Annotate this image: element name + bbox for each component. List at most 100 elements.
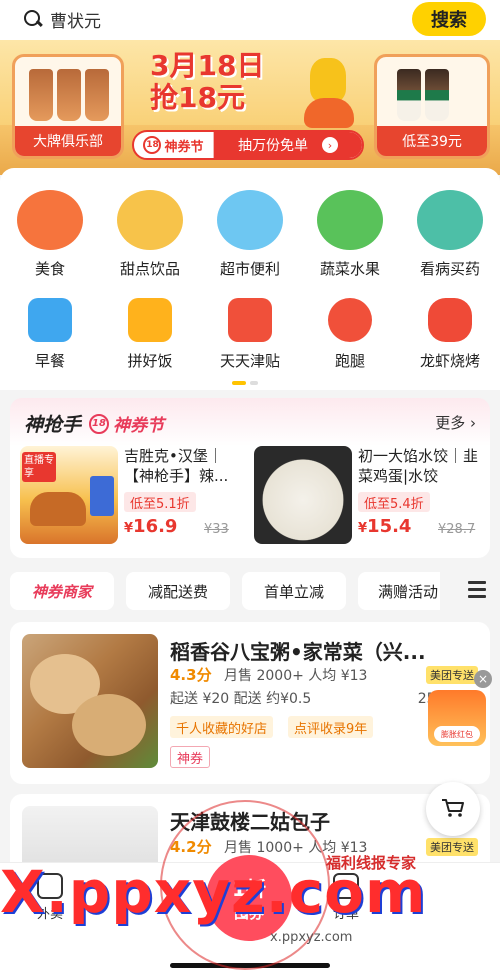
category-row-2: 早餐 拼好饭 天天津贴 跑腿 龙虾烧烤 <box>0 298 500 371</box>
cart-button[interactable] <box>426 782 480 836</box>
promo-banner[interactable]: 大牌俱乐部 3月18日 抢18元 低至39元 18 神券节 抽万份免单 › <box>0 40 500 175</box>
category-label: 拼好饭 <box>127 352 173 370</box>
runner-icon <box>328 298 372 342</box>
nav-label: 外卖 <box>36 907 63 922</box>
deal-price: ¥15.4 <box>358 516 411 537</box>
category-label: 超市便利 <box>219 260 280 278</box>
search-button[interactable]: 搜索 <box>412 2 486 36</box>
free-order-lottery[interactable]: 抽万份免单 › <box>214 132 362 158</box>
deal-price-value: 16.9 <box>133 516 178 537</box>
search-input[interactable]: 曹状元 <box>10 4 400 34</box>
category-supermarket[interactable]: 超市便利 <box>200 190 300 279</box>
deal-item[interactable]: 直播专享 吉胜克•汉堡｜【神枪手】辣... 低至5.1折 ¥16.9 ¥33 <box>20 446 246 544</box>
deals-brand: 神抢手 <box>24 414 82 436</box>
shop-stats: 月售 2000+ 人均 ¥13 <box>224 668 368 684</box>
vegetable-icon <box>317 190 383 250</box>
deals-more-link[interactable]: 更多 › <box>435 412 476 433</box>
close-icon[interactable]: × <box>474 670 492 688</box>
menu-icon[interactable] <box>468 581 486 599</box>
crayfish-icon <box>428 298 472 342</box>
deal-original-price: ¥28.7 <box>438 522 476 537</box>
delivery-type-tag: 美团专送 <box>426 666 478 684</box>
coffee-cups-image <box>397 69 449 121</box>
shop-name: 稻香谷八宝粥•家常菜（兴... <box>170 640 426 664</box>
shop-name: 天津鼓楼二姑包子 <box>170 810 330 834</box>
dessert-icon <box>117 190 183 250</box>
category-label: 天天津贴 <box>219 352 280 370</box>
shop-coupon-tag: 神券 <box>170 746 211 768</box>
flash-deals-card: 神抢手 18 神券节 更多 › 直播专享 吉胜克•汉堡｜【神枪手】辣... 低至… <box>10 398 490 558</box>
category-crayfish-bbq[interactable]: 龙虾烧烤 <box>400 298 500 371</box>
watermark-url: x.ppxyz.com <box>270 930 353 945</box>
category-daily-subsidy[interactable]: 天天津贴 <box>200 298 300 371</box>
nav-orders[interactable]: 订单 <box>306 873 386 922</box>
filter-chip-coupon-shops[interactable]: 神券商家 <box>10 572 114 610</box>
floating-promo-badge[interactable]: 膨胀红包 <box>428 690 486 746</box>
shop-rating: 4.3分 月售 2000+ 人均 ¥13 <box>170 664 367 685</box>
category-label: 美食 <box>34 260 65 278</box>
coffee-brand-card[interactable]: 低至39元 <box>374 54 490 159</box>
currency-symbol: ¥ <box>358 521 368 536</box>
category-group-meal[interactable]: 拼好饭 <box>100 298 200 371</box>
brand-club-card[interactable]: 大牌俱乐部 <box>12 54 124 159</box>
filter-chip-gift[interactable]: 满赠活动 <box>358 572 440 610</box>
lottery-text: 抽万份免单 <box>238 138 308 154</box>
deal-original-price: ¥33 <box>204 522 229 537</box>
coffee-price-label: 低至39元 <box>377 126 487 156</box>
category-pharmacy[interactable]: 看病买药 <box>400 190 500 279</box>
filter-chip-reduced-delivery[interactable]: 减配送费 <box>126 572 230 610</box>
chevron-right-icon: › <box>322 137 338 153</box>
bottom-nav: 外卖 1折 囤券 订单 <box>0 855 500 976</box>
category-desserts[interactable]: 甜点饮品 <box>100 190 200 279</box>
delivery-type-tag: 美团专送 <box>426 838 478 856</box>
home-indicator <box>170 963 330 968</box>
fest-18-badge-icon: 18 <box>89 413 110 434</box>
filter-bar: 神券商家 减配送费 首单立减 满赠活动 <box>0 568 500 612</box>
category-errand[interactable]: 跑腿 <box>300 298 400 371</box>
category-label: 早餐 <box>34 352 65 370</box>
shop-food-image <box>22 634 158 768</box>
deal-discount: 低至5.1折 <box>124 492 196 512</box>
category-food[interactable]: 美食 <box>0 190 100 279</box>
deal-item[interactable]: 初一大馅水饺｜韭菜鸡蛋|水饺 低至5.4折 ¥15.4 ¥28.7 <box>254 446 480 544</box>
banner-title: 3月18日 抢18元 <box>150 50 264 114</box>
coupon-fest-tag: 18 神券节 <box>134 132 214 158</box>
category-row-1: 美食 甜点饮品 超市便利 蔬菜水果 看病买药 <box>0 190 500 279</box>
shop-badge: 千人收藏的好店 <box>170 716 274 738</box>
shop-card[interactable]: 稻香谷八宝粥•家常菜（兴... 4.3分 月售 2000+ 人均 ¥13 美团专… <box>10 622 490 784</box>
watermark-slogan: 福利线报专家 <box>326 854 417 872</box>
shop-delivery-info: 起送 ¥20 配送 约¥0.5 <box>170 691 312 707</box>
search-query: 曹状元 <box>50 11 101 32</box>
deal-price-value: 15.4 <box>367 516 412 537</box>
nav-takeout[interactable]: 外卖 <box>10 873 90 922</box>
category-label: 蔬菜水果 <box>319 260 380 278</box>
category-pager <box>232 381 258 385</box>
drink-cups-image <box>29 69 109 121</box>
category-produce[interactable]: 蔬菜水果 <box>300 190 400 279</box>
shopping-basket-icon <box>217 190 283 250</box>
cart-icon <box>442 799 464 817</box>
search-bar: 曹状元 搜索 <box>0 0 500 40</box>
category-breakfast[interactable]: 早餐 <box>0 298 100 371</box>
category-panel: 美食 甜点饮品 超市便利 蔬菜水果 看病买药 早餐 拼好饭 天天津贴 跑腿 龙虾… <box>0 168 500 390</box>
nav-center-label: 囤券 <box>233 904 264 922</box>
deals-header: 神抢手 18 神券节 <box>24 410 164 437</box>
nav-coupon-hoard[interactable]: 1折 囤券 <box>206 855 292 941</box>
deals-fest-label: 神券节 <box>113 416 165 436</box>
promo-label: 膨胀红包 <box>434 726 480 742</box>
shop-badge: 点评收录9年 <box>288 716 374 738</box>
deal-name: 初一大馅水饺｜韭菜鸡蛋|水饺 <box>358 447 479 485</box>
category-label: 龙虾烧烤 <box>419 352 480 370</box>
shop-score: 4.2分 <box>170 838 212 856</box>
deals-fest: 18 神券节 <box>89 411 164 436</box>
takeout-icon <box>37 873 63 899</box>
nav-center-discount: 1折 <box>232 877 266 901</box>
banner-lottery-bar[interactable]: 18 神券节 抽万份免单 › <box>132 130 364 160</box>
medical-kit-icon <box>417 190 483 250</box>
banner-title-date: 3月18日 <box>150 49 265 82</box>
live-exclusive-tag: 直播专享 <box>22 452 56 482</box>
fest-label: 神券节 <box>164 139 204 155</box>
shop-score: 4.3分 <box>170 666 212 684</box>
kangaroo-mascot-image <box>290 50 370 130</box>
filter-chip-first-order[interactable]: 首单立减 <box>242 572 346 610</box>
